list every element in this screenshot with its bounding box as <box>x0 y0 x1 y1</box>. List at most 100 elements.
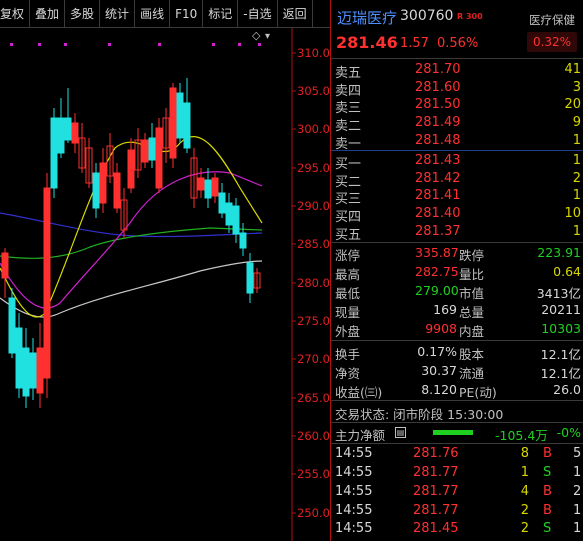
bid-row[interactable]: 买三 281.41 1 <box>331 188 583 207</box>
quote-header: 迈瑞医疗 300760 R 300 医疗保健 281.46 1.57 0.56%… <box>331 0 583 58</box>
trade-row[interactable]: 14:55 281.77 2 B 1 <box>331 503 583 522</box>
bid-row[interactable]: 买四 281.40 10 <box>331 206 583 225</box>
ask-row[interactable]: 卖三 281.50 20 <box>331 97 583 116</box>
ask-row[interactable]: 卖五 281.70 41 <box>331 62 583 81</box>
divider <box>331 58 583 59</box>
ask-price: 281.48 <box>415 133 461 148</box>
sector-name[interactable]: 医疗保健 <box>529 12 575 28</box>
bid-price: 281.40 <box>415 206 461 221</box>
ask-price: 281.50 <box>415 97 461 112</box>
stat-limit-down: 跌停 223.91 <box>459 245 581 263</box>
quote-panel: 迈瑞医疗 300760 R 300 医疗保健 281.46 1.57 0.56%… <box>331 0 583 541</box>
bid-price: 281.41 <box>415 188 461 203</box>
ask-price: 281.70 <box>415 62 461 77</box>
toolbar-watchlist-button[interactable]: -自选 <box>238 0 278 28</box>
ask-price: 281.60 <box>415 80 461 95</box>
toolbar-stats-button[interactable]: 统计 <box>100 0 136 28</box>
stat-eps: 收益(㈢) 8.120 <box>335 382 457 400</box>
toolbar-multi-stock-button[interactable]: 多股 <box>65 0 101 28</box>
stat-limit-up: 涨停 335.87 <box>335 245 459 263</box>
bid-label: 买一 <box>335 157 362 172</box>
ask-row[interactable]: 卖四 281.60 3 <box>331 80 583 99</box>
divider <box>331 400 583 401</box>
ask-volume: 20 <box>564 97 581 112</box>
ask-volume: 3 <box>572 80 581 95</box>
main-flow-row[interactable]: 主力净额 ▤ -105.4万 -0% <box>335 425 581 444</box>
kline-chart: ◇ ▾ <box>0 28 296 541</box>
bid-price: 281.43 <box>415 153 461 168</box>
bid-row[interactable]: 买二 281.42 2 <box>331 171 583 190</box>
kline-chart-area[interactable]: ◇ ▾ 310.0 305.0 300.0 295.0 290.0 285.0 … <box>0 28 330 541</box>
stat-nav: 净资 30.37 <box>335 363 457 381</box>
toolbar-adjust-button[interactable]: 复权 <box>0 0 31 28</box>
bid-row[interactable]: 买一 281.43 1 <box>331 153 583 172</box>
y-axis-label: 285.0 <box>297 237 330 251</box>
ma-line-blue <box>0 212 263 238</box>
trade-row[interactable]: 14:55 281.77 4 B 2 <box>331 484 583 503</box>
divider <box>331 422 583 423</box>
ask-price: 281.49 <box>415 115 461 130</box>
stock-code: 300760 <box>400 8 454 24</box>
y-axis-label: 275.0 <box>297 314 330 328</box>
stat-inner: 内盘 10303 <box>459 321 581 339</box>
divider <box>331 242 583 243</box>
toolbar-overlay-button[interactable]: 叠加 <box>30 0 66 28</box>
bid-volume: 2 <box>572 171 581 186</box>
last-price: 281.46 <box>336 33 398 52</box>
y-axis-label: 290.0 <box>297 199 330 213</box>
ask-volume: 9 <box>572 115 581 130</box>
toolbar-back-button[interactable]: 返回 <box>278 0 313 28</box>
ask-volume: 41 <box>564 62 581 77</box>
y-axis-label: 265.0 <box>297 391 330 405</box>
ask-volume: 1 <box>572 133 581 148</box>
stat-turnover: 换手 0.17% <box>335 344 457 362</box>
stat-outer: 外盘 9908 <box>335 321 457 339</box>
price-change: 1.57 <box>400 36 429 51</box>
y-axis-label: 295.0 <box>297 161 330 175</box>
trade-row[interactable]: 14:55 281.45 2 S 1 <box>331 521 583 540</box>
main-flow-icon[interactable]: ▤ <box>395 427 406 438</box>
stock-name[interactable]: 迈瑞医疗 <box>337 7 397 28</box>
bid-label: 买五 <box>335 228 362 243</box>
y-axis-label: 300.0 <box>297 122 330 136</box>
margin-badge: R 300 <box>457 12 483 21</box>
event-markers <box>10 43 261 46</box>
ask-label: 卖五 <box>335 66 362 81</box>
divider <box>331 340 583 341</box>
y-axis-label: 260.0 <box>297 429 330 443</box>
stat-float: 流通 12.1亿 <box>459 366 581 381</box>
trading-status: 交易状态: 闭市阶段 15:30:00 <box>335 407 504 422</box>
bid-price: 281.42 <box>415 171 461 186</box>
toolbar-mark-button[interactable]: 标记 <box>203 0 239 28</box>
bid-volume: 1 <box>572 224 581 239</box>
ma-line-white <box>0 260 263 318</box>
bid-price: 281.37 <box>415 224 461 239</box>
chart-toolbar: 复权 叠加 多股 统计 画线 F10 标记 -自选 返回 <box>0 0 330 28</box>
stat-low: 最低 279.00 <box>335 283 459 301</box>
stat-pe: PE(动) 26.0 <box>459 382 581 400</box>
toolbar-draw-line-button[interactable]: 画线 <box>135 0 171 28</box>
y-axis-label: 270.0 <box>297 352 330 366</box>
stat-total-vol: 总量 20211 <box>459 302 581 320</box>
price-change-pct: 0.56% <box>437 36 479 51</box>
y-axis-label: 255.0 <box>297 467 330 481</box>
ask-row[interactable]: 卖二 281.49 9 <box>331 115 583 134</box>
y-axis-label: 310.0 <box>297 46 330 60</box>
toolbar-f10-button[interactable]: F10 <box>170 0 204 28</box>
y-axis-label: 305.0 <box>297 84 330 98</box>
bid-row[interactable]: 买五 281.37 1 <box>331 224 583 243</box>
bid-label: 买三 <box>335 192 362 207</box>
ask-label: 卖二 <box>335 119 362 134</box>
diamond-marker: ◇ <box>252 29 261 42</box>
ask-row[interactable]: 卖一 281.48 1 <box>331 133 583 152</box>
stat-high: 最高 282.75 <box>335 264 459 282</box>
trade-row[interactable]: 14:55 281.77 1 S 1 <box>331 465 583 484</box>
main-flow-bar <box>433 430 473 435</box>
y-axis-label: 250.0 <box>297 506 330 520</box>
bid-label: 买四 <box>335 210 362 225</box>
bid-volume: 1 <box>572 153 581 168</box>
trade-row[interactable]: 14:55 281.76 8 B 5 <box>331 446 583 465</box>
bid-volume: 1 <box>572 188 581 203</box>
divider <box>331 443 583 444</box>
stat-capital: 股本 12.1亿 <box>459 347 581 362</box>
